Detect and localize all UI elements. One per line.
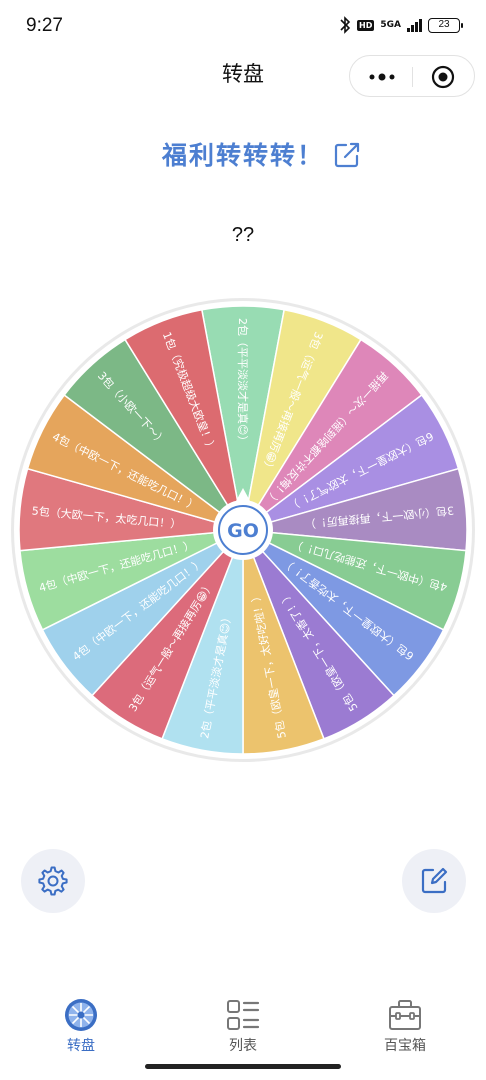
turntable-icon (65, 999, 97, 1031)
status-bar: 9:27 HD 5GA 23 (0, 0, 486, 56)
status-time: 9:27 (26, 15, 63, 36)
mini-program-capsule (349, 55, 475, 97)
tab-list[interactable]: 列表 (183, 990, 303, 1055)
list-icon (227, 1000, 260, 1030)
tab-toolbox[interactable]: 百宝箱 (345, 990, 465, 1055)
close-target-icon[interactable] (431, 65, 455, 89)
settings-button[interactable] (21, 849, 85, 913)
bottom-tab-bar: 转盘 列表 百宝箱 (0, 990, 486, 1060)
share-icon[interactable] (332, 140, 362, 170)
edit-button[interactable] (402, 849, 466, 913)
wheel-segment-label: 2包（平平淡淡才是真😊） (236, 318, 250, 446)
tab-list-label: 列表 (229, 1038, 257, 1054)
go-label: GO (227, 520, 259, 542)
tab-toolbox-label: 百宝箱 (384, 1038, 426, 1054)
battery-icon: 23 (428, 17, 463, 33)
prize-wheel[interactable]: 2包（平平淡淡才是真😊） 3包（运气一般～再接再厉😁） 再摇一次～（摇到啥都不许反悔… (9, 296, 477, 764)
gear-icon (38, 866, 68, 896)
signal-icon (407, 18, 422, 32)
toolbox-icon (389, 1000, 421, 1030)
bluetooth-icon (340, 16, 351, 34)
more-icon[interactable] (368, 72, 396, 82)
capsule-divider (412, 67, 413, 87)
home-indicator (145, 1064, 341, 1069)
prize-wheel-svg[interactable]: 2包（平平淡淡才是真😊） 3包（运气一般～再接再厉😁）再摇一次～（摇到啥都不许反悔… (9, 296, 477, 764)
wheel-title: 福利转转转！ (161, 141, 324, 170)
network-label: 5GA (380, 19, 401, 30)
spin-result: ?? (231, 224, 255, 246)
status-icons: HD 5GA 23 (339, 16, 463, 34)
tab-turntable[interactable]: 转盘 (21, 990, 141, 1055)
edit-icon (421, 867, 448, 894)
tab-turntable-label: 转盘 (67, 1038, 95, 1054)
hd-badge: HD (357, 19, 375, 31)
